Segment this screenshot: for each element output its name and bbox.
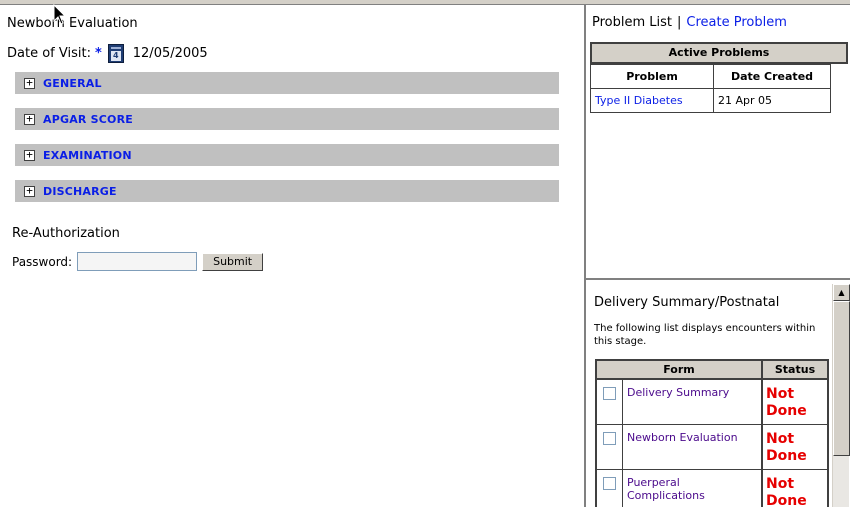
status-text: Not Done	[766, 476, 807, 507]
problem-list-heading: Problem List	[592, 15, 673, 30]
submit-button[interactable]: Submit	[202, 252, 264, 271]
form-column-header: Form	[597, 361, 763, 378]
section-examination-label[interactable]: EXAMINATION	[43, 149, 132, 162]
problem-link[interactable]: Type II Diabetes	[590, 88, 714, 113]
create-problem-link[interactable]: Create Problem	[686, 15, 786, 30]
problem-list-panel: Problem List | Create Problem Active Probl…	[586, 5, 850, 280]
date-of-visit-value: 12/05/2005	[132, 46, 208, 61]
table-row: Puerperal Complications Not Done	[597, 470, 827, 507]
checkbox-cell	[597, 425, 623, 469]
required-marker: *	[94, 46, 102, 61]
section-general[interactable]: + GENERAL	[15, 72, 559, 94]
section-apgar-score-label[interactable]: APGAR SCORE	[43, 113, 133, 126]
newborn-evaluation-panel: Newborn Evaluation Date of Visit: * 4 12…	[0, 5, 585, 507]
date-created-column-header: Date Created	[713, 64, 831, 89]
active-problems-header: Active Problems	[590, 42, 848, 64]
plus-expand-icon[interactable]: +	[24, 149, 35, 161]
password-label: Password:	[12, 254, 73, 269]
status-text: Not Done	[766, 386, 807, 419]
header-separator: |	[677, 15, 682, 30]
section-apgar-score[interactable]: + APGAR SCORE	[15, 108, 559, 130]
password-row: Password: Submit	[12, 252, 264, 271]
plus-expand-icon[interactable]: +	[24, 185, 35, 197]
encounters-table-header: Form Status	[597, 361, 827, 380]
status-column-header: Status	[774, 363, 816, 376]
problem-list-header: Problem List | Create Problem	[592, 15, 787, 30]
section-examination[interactable]: + EXAMINATION	[15, 144, 559, 166]
calendar-day: 4	[110, 51, 121, 61]
table-row: Delivery Summary Not Done	[597, 380, 827, 425]
scroll-up-arrow-icon[interactable]: ▲	[833, 284, 850, 301]
date-of-visit-row: Date of Visit: * 4 12/05/2005	[7, 44, 208, 63]
checkbox-cell	[597, 470, 623, 507]
form-link[interactable]: Newborn Evaluation	[623, 425, 763, 469]
plus-expand-icon[interactable]: +	[24, 77, 35, 89]
checkbox-cell	[597, 380, 623, 424]
delivery-summary-panel: Delivery Summary/Postnatal The following…	[586, 282, 850, 507]
table-row: Type II Diabetes 21 Apr 05	[590, 88, 831, 113]
problem-column-header: Problem	[590, 64, 714, 89]
delivery-summary-title: Delivery Summary/Postnatal	[594, 295, 780, 310]
encounters-table: Form Status Delivery Summary Not Done Ne…	[595, 359, 829, 507]
delivery-summary-description: The following list displays encounters w…	[594, 323, 816, 347]
section-discharge-label[interactable]: DISCHARGE	[43, 185, 117, 198]
plus-expand-icon[interactable]: +	[24, 113, 35, 125]
status-text: Not Done	[766, 431, 807, 464]
mouse-cursor-icon	[53, 4, 67, 25]
date-of-visit-label: Date of Visit:	[7, 46, 91, 61]
problems-table: Problem Date Created Type II Diabetes 21…	[590, 64, 831, 113]
calendar-icon[interactable]: 4	[107, 44, 124, 63]
password-input[interactable]	[77, 252, 198, 271]
section-discharge[interactable]: + DISCHARGE	[15, 180, 559, 202]
row-checkbox[interactable]	[603, 432, 616, 445]
section-general-label[interactable]: GENERAL	[43, 77, 102, 90]
vertical-scrollbar[interactable]: ▲	[832, 284, 850, 507]
page-title: Newborn Evaluation	[7, 16, 138, 31]
form-link[interactable]: Puerperal Complications	[623, 470, 763, 507]
row-checkbox[interactable]	[603, 477, 616, 490]
form-link[interactable]: Delivery Summary	[623, 380, 763, 424]
table-row: Newborn Evaluation Not Done	[597, 425, 827, 470]
problem-date: 21 Apr 05	[713, 88, 831, 113]
row-checkbox[interactable]	[603, 387, 616, 400]
reauthorization-heading: Re-Authorization	[12, 226, 120, 241]
scrollbar-thumb[interactable]	[833, 301, 850, 456]
